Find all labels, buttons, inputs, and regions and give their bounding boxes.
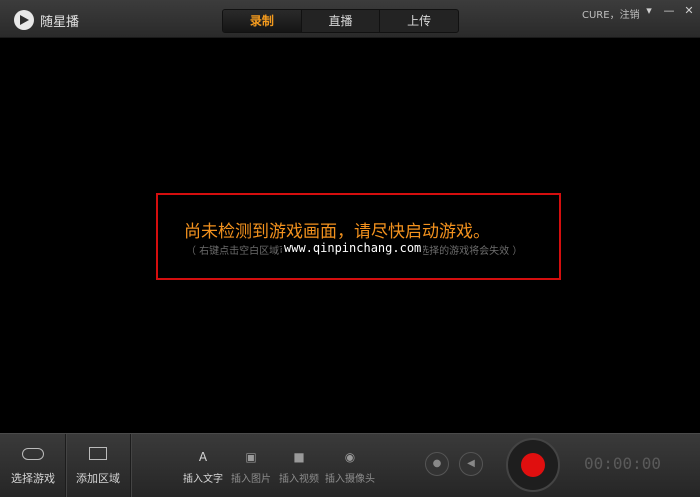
add-area-button[interactable]: 添加区域 [66, 434, 130, 497]
record-timer: 00:00:00 [584, 454, 662, 473]
insert-camera-label: 插入摄像头 [325, 474, 375, 485]
record-dot-icon [521, 453, 545, 477]
video-icon: ■ [293, 450, 305, 464]
tab-upload[interactable]: 上传 [380, 10, 458, 32]
mode-tabs: 录制 直播 上传 [222, 9, 459, 33]
select-game-label: 选择游戏 [11, 472, 55, 485]
insert-image-button[interactable]: ▣ 插入图片 [228, 434, 274, 497]
insert-text-button[interactable]: A 插入文字 [180, 434, 226, 497]
notice-main-text: 尚未检测到游戏画面，请尽快启动游戏。 [184, 222, 490, 242]
gamepad-icon [22, 448, 44, 460]
app-title: 随星播 [40, 15, 80, 30]
text-icon: A [198, 450, 208, 464]
tab-live[interactable]: 直播 [302, 10, 381, 32]
insert-video-button[interactable]: ■ 插入视频 [276, 434, 322, 497]
minimize-icon[interactable]: — [662, 4, 676, 18]
add-area-label: 添加区域 [76, 472, 120, 485]
tab-record[interactable]: 录制 [223, 10, 302, 32]
camera-icon: ◉ [344, 450, 356, 464]
dropdown-menu-icon[interactable]: ▾ [642, 4, 656, 18]
microphone-icon[interactable]: ● [425, 452, 449, 476]
watermark-text: www.qinpinchang.com [282, 241, 424, 255]
speaker-icon[interactable]: ◀ [459, 452, 483, 476]
insert-video-label: 插入视频 [279, 474, 319, 485]
insert-image-label: 插入图片 [231, 474, 271, 485]
insert-text-label: 插入文字 [183, 474, 223, 485]
select-game-button[interactable]: 选择游戏 [0, 434, 66, 497]
image-icon: ▣ [245, 450, 257, 464]
app-logo-icon [14, 10, 34, 30]
title-bar: 随星播 录制 直播 上传 CURE，注销 ▾ — ✕ [0, 0, 700, 38]
notice-box: 尚未检测到游戏画面，请尽快启动游戏。 （ 右键点击空白区域可以选择游戏，选择区域… [156, 193, 561, 280]
user-logout-link[interactable]: CURE，注销 [582, 6, 640, 21]
monitor-icon [89, 447, 107, 460]
close-icon[interactable]: ✕ [682, 4, 696, 18]
divider [130, 434, 131, 497]
insert-camera-button[interactable]: ◉ 插入摄像头 [323, 434, 377, 497]
record-button[interactable] [506, 438, 560, 492]
